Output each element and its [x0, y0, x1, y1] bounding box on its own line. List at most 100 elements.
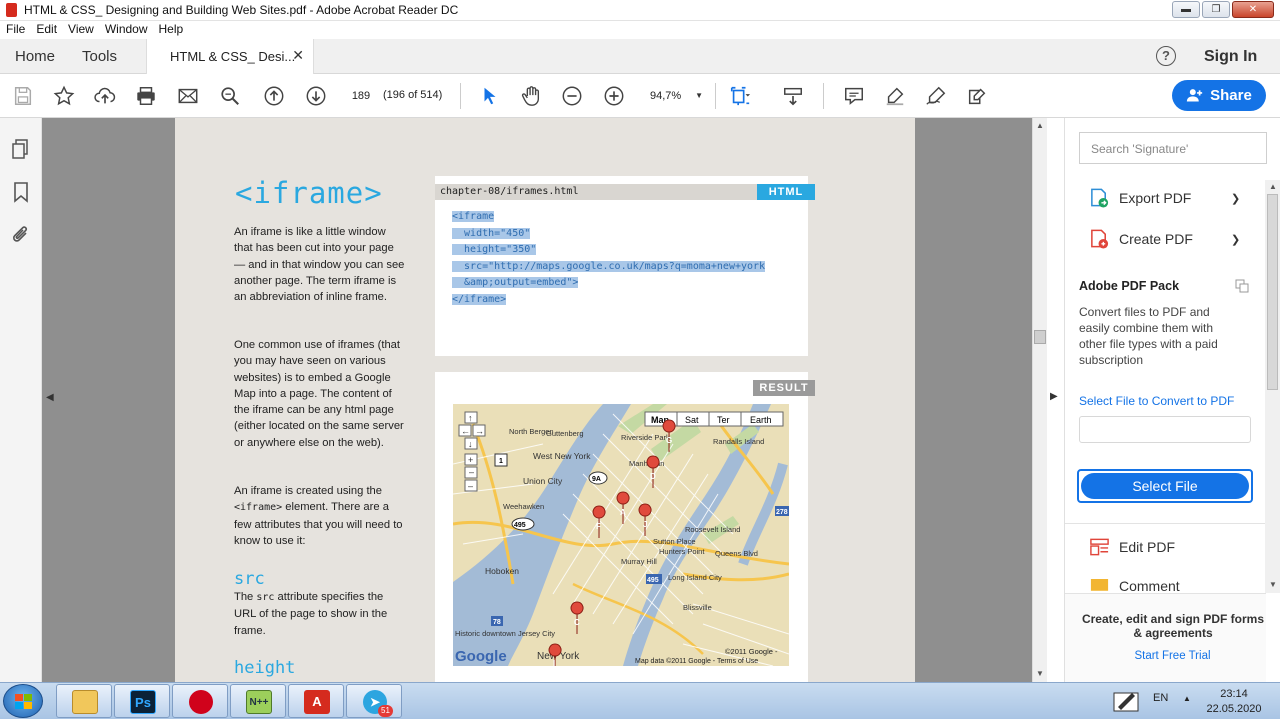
tools-pane: Search 'Signature' Export PDF ❯ Create P…	[1064, 118, 1267, 682]
menu-window[interactable]: Window	[105, 21, 155, 39]
svg-text:©2011 Google -: ©2011 Google -	[725, 647, 778, 656]
svg-text:495: 495	[514, 522, 526, 529]
close-window-button[interactable]: ✕	[1232, 1, 1274, 18]
share-label: Share	[1210, 87, 1252, 104]
menu-bar: File Edit View Window Help	[0, 21, 1280, 39]
save-icon[interactable]	[11, 84, 35, 108]
code-example-panel: chapter-08/iframes.html HTML <iframe wid…	[435, 176, 815, 356]
svg-text:278: 278	[776, 509, 788, 516]
toolbar-divider	[823, 83, 824, 109]
svg-text:Randalls Island: Randalls Island	[713, 437, 764, 446]
document-tab-label: HTML & CSS_ Desi...	[170, 49, 296, 64]
highlight-pen-icon[interactable]	[883, 84, 907, 108]
result-tag-badge: RESULT	[753, 380, 815, 396]
hand-tool-icon[interactable]	[519, 84, 543, 108]
sign-icon[interactable]	[924, 84, 948, 108]
opera-icon	[189, 690, 213, 714]
copy-icon[interactable]	[1235, 279, 1249, 293]
acrobat-icon: A	[304, 690, 330, 714]
attachments-icon[interactable]	[10, 224, 32, 246]
scrollbar-thumb[interactable]	[1034, 330, 1046, 344]
code-line: &amp;output=embed">	[452, 277, 579, 288]
scroll-up-arrow[interactable]: ▲	[1036, 121, 1044, 130]
chevron-down-icon: ▼	[695, 91, 703, 100]
svg-text:↑: ↑	[468, 413, 473, 423]
scroll-down-arrow[interactable]: ▼	[1269, 580, 1277, 589]
taskbar-acrobat[interactable]: A	[288, 684, 344, 718]
notepad-plus-icon: N++	[246, 690, 272, 714]
next-page-icon[interactable]	[304, 84, 328, 108]
acrobat-app-icon	[6, 3, 17, 17]
export-pdf-tool[interactable]: Export PDF ❯	[1089, 187, 1240, 209]
page-thumbnails-icon[interactable]	[10, 138, 32, 160]
scroll-mode-icon[interactable]	[781, 84, 805, 108]
select-cursor-icon[interactable]	[478, 84, 502, 108]
svg-text:Hunters Point: Hunters Point	[659, 547, 705, 556]
scroll-up-arrow[interactable]: ▲	[1269, 182, 1277, 191]
file-drop-field[interactable]	[1079, 416, 1251, 443]
collapse-right-pane-icon[interactable]: ▶	[1050, 391, 1058, 402]
minimize-button[interactable]: ▬	[1172, 1, 1200, 18]
document-view[interactable]: ◀ <iframe> An iframe is like a little wi…	[42, 118, 1032, 682]
svg-text:Union City: Union City	[523, 476, 563, 486]
upload-cloud-icon[interactable]	[93, 84, 117, 108]
bookmark-star-icon[interactable]	[52, 84, 76, 108]
menu-file[interactable]: File	[6, 21, 32, 39]
share-button[interactable]: Share	[1172, 80, 1266, 111]
taskbar-file-explorer[interactable]	[56, 684, 112, 718]
email-icon[interactable]	[176, 84, 200, 108]
search-icon[interactable]	[218, 84, 242, 108]
select-file-label: Select File	[1081, 473, 1249, 499]
pen-input-icon[interactable]	[1112, 687, 1140, 715]
start-button[interactable]	[3, 684, 43, 718]
taskbar-photoshop[interactable]: Ps	[114, 684, 170, 718]
fill-sign-icon[interactable]	[965, 84, 989, 108]
tab-tools[interactable]: Tools	[82, 48, 117, 65]
menu-view[interactable]: View	[68, 21, 101, 39]
search-signature-input[interactable]: Search 'Signature'	[1079, 132, 1267, 164]
zoom-level-select[interactable]: 94,7% ▼	[645, 87, 705, 105]
page-heading: <iframe>	[235, 176, 383, 210]
menu-help[interactable]: Help	[159, 21, 191, 39]
select-file-link[interactable]: Select File to Convert to PDF	[1079, 394, 1234, 408]
document-scrollbar[interactable]: ▲ ▼	[1032, 118, 1047, 682]
tab-home[interactable]: Home	[15, 48, 55, 65]
select-file-button[interactable]: Select File	[1077, 469, 1253, 503]
svg-text:78: 78	[493, 619, 501, 626]
bookmarks-icon[interactable]	[10, 181, 32, 203]
language-indicator[interactable]: EN	[1153, 692, 1168, 704]
create-pdf-tool[interactable]: Create PDF ❯	[1089, 228, 1240, 250]
taskbar-notepad-plus[interactable]: N++	[230, 684, 286, 718]
folder-icon	[72, 690, 98, 714]
close-tab-icon[interactable]: ✕	[292, 47, 304, 64]
restore-button[interactable]: ❐	[1202, 1, 1230, 18]
zoom-in-icon[interactable]	[602, 84, 626, 108]
previous-page-icon[interactable]	[262, 84, 286, 108]
svg-text:495: 495	[647, 577, 659, 584]
tools-pane-scrollbar[interactable]: ▲ ▼	[1265, 180, 1280, 593]
show-hidden-icons[interactable]: ▲	[1183, 694, 1191, 703]
start-free-trial-link[interactable]: Start Free Trial	[1065, 650, 1280, 662]
export-pdf-icon	[1091, 188, 1109, 208]
tab-document[interactable]: HTML & CSS_ Desi... ✕	[146, 39, 314, 74]
svg-text:Queens Blvd: Queens Blvd	[715, 549, 758, 558]
help-icon[interactable]: ?	[1156, 46, 1176, 66]
clock[interactable]: 23:14 22.05.2020	[1204, 687, 1264, 717]
window-controls: ▬ ❐ ✕	[1172, 1, 1274, 18]
page-number-input[interactable]: 189	[347, 87, 375, 105]
title-bar: HTML & CSS_ Designing and Building Web S…	[0, 0, 1280, 21]
taskbar-telegram[interactable]: ➤ 51	[346, 684, 402, 718]
scrollbar-thumb[interactable]	[1267, 194, 1278, 390]
comment-icon[interactable]	[842, 84, 866, 108]
taskbar-opera[interactable]	[172, 684, 228, 718]
collapse-left-pane-icon[interactable]: ◀	[46, 392, 54, 403]
sign-in-link[interactable]: Sign In	[1204, 48, 1257, 66]
page-fit-icon[interactable]	[728, 84, 752, 108]
scroll-down-arrow[interactable]: ▼	[1036, 669, 1044, 678]
print-icon[interactable]	[134, 84, 158, 108]
zoom-out-icon[interactable]	[560, 84, 584, 108]
code-header: chapter-08/iframes.html HTML	[435, 184, 815, 200]
comment-tool[interactable]: Comment	[1089, 579, 1180, 593]
edit-pdf-tool[interactable]: Edit PDF	[1089, 536, 1175, 558]
menu-edit[interactable]: Edit	[36, 21, 64, 39]
